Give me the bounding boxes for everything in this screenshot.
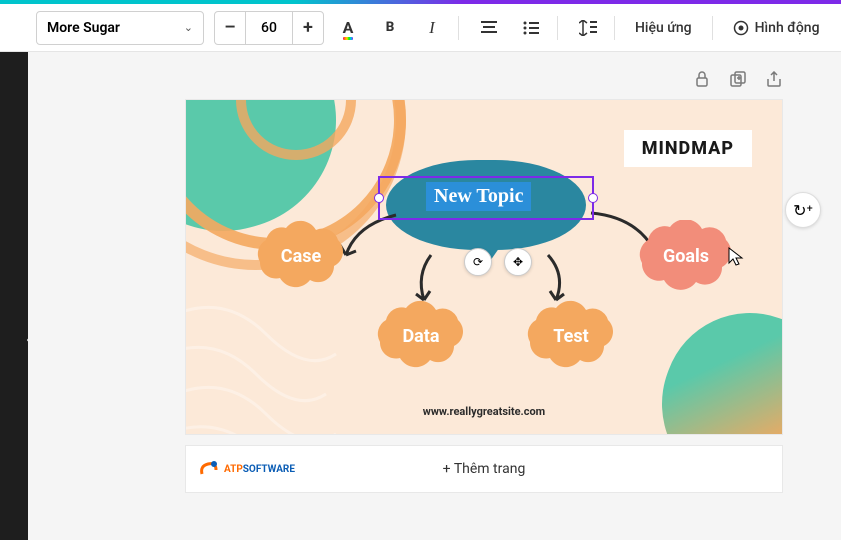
divider [557,16,558,40]
logo-icon [198,458,220,480]
lock-icon[interactable] [693,70,711,88]
page-actions [693,70,783,88]
selected-text[interactable]: New Topic [426,182,531,211]
slide-footer-url: www.reallygreatsite.com [186,405,782,418]
text-color-button[interactable]: A [330,11,366,45]
text-toolbar: More Sugar ⌄ – + A B I Hiệu ứng Hình độn… [0,4,841,52]
spacing-icon [579,20,597,36]
effects-button[interactable]: Hiệu ứng [623,11,704,45]
bold-button[interactable]: B [372,11,408,45]
increase-size-button[interactable]: + [292,11,324,45]
brand-logo: ATPSOFTWARE [198,458,295,480]
node-label: Goals [663,246,709,267]
resize-handle-left[interactable] [374,193,384,203]
spacing-button[interactable] [570,11,606,45]
move-handle[interactable]: ✥ [504,248,532,276]
list-icon [523,21,539,35]
add-page-button[interactable]: ATPSOFTWARE + Thêm trang [186,446,782,492]
font-size-input[interactable] [246,11,292,45]
mindmap-node-goals[interactable]: Goals [626,220,746,292]
resize-handle-right[interactable] [588,193,598,203]
workspace: ‹ MINDMAP [0,52,841,540]
alignment-button[interactable] [471,11,507,45]
node-label: Case [281,246,321,267]
font-family-select[interactable]: More Sugar ⌄ [36,11,204,45]
animate-icon [733,20,749,36]
share-page-icon[interactable] [765,70,783,88]
divider [712,16,713,40]
mindmap-node-data[interactable]: Data [366,300,476,372]
animate-button[interactable]: Hình động [721,11,832,45]
mindmap-node-test[interactable]: Test [516,300,626,372]
slide-title[interactable]: MINDMAP [624,130,752,167]
canvas-area[interactable]: MINDMAP Case Data Test Goals [28,52,841,540]
regenerate-button[interactable]: ↻⁺ [785,192,821,228]
list-button[interactable] [513,11,549,45]
node-label: Data [402,326,439,347]
element-floating-controls: ⟳ ✥ [464,248,532,276]
italic-button[interactable]: I [414,11,450,45]
font-size-stepper: – + [214,11,324,45]
align-icon [481,21,497,35]
divider [614,16,615,40]
duplicate-page-icon[interactable] [729,70,747,88]
node-label: Test [553,326,588,347]
mindmap-node-case[interactable]: Case [246,220,356,292]
rotate-handle[interactable]: ⟳ [464,248,492,276]
font-family-label: More Sugar [47,20,120,36]
animate-label: Hình động [755,20,820,36]
chevron-down-icon: ⌄ [184,21,193,34]
text-color-icon: A [343,18,354,37]
decrease-size-button[interactable]: – [214,11,246,45]
add-page-label: + Thêm trang [443,461,526,477]
side-panel-collapsed: ‹ [0,52,28,540]
divider [458,16,459,40]
